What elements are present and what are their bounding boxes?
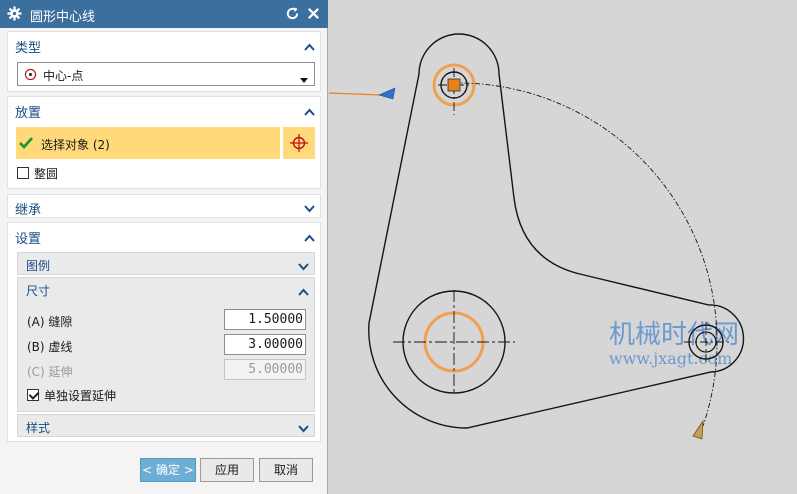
chevron-down-icon[interactable] [298, 422, 309, 436]
watermark-url: www.jxagt.com [609, 349, 732, 368]
type-combo-value: 中心-点 [43, 69, 84, 83]
inherit-section-header[interactable]: 继承 [8, 195, 320, 221]
placement-section: 放置 选择对象 (2) 整圆 [7, 96, 321, 189]
dialog-title: 圆形中心线 [30, 10, 96, 25]
viewport-background [329, 0, 797, 494]
checkmark-icon [19, 136, 34, 153]
placement-section-title: 放置 [15, 106, 42, 121]
type-section-title: 类型 [15, 41, 42, 56]
gear-icon [7, 6, 22, 24]
dimensions-subsection-title[interactable]: 尺寸 [26, 282, 50, 299]
full-circle-checkbox[interactable] [17, 167, 29, 179]
type-section-header[interactable]: 类型 [8, 32, 320, 58]
separate-extension-label: 单独设置延伸 [44, 389, 117, 403]
legend-subsection-title: 图例 [26, 259, 51, 273]
type-section: 类型 中心-点 [7, 31, 321, 92]
watermark-title: 机械时代网 [609, 320, 739, 350]
chevron-down-icon[interactable] [298, 260, 309, 274]
cad-viewport[interactable]: 机械时代网 www.jxagt.com [329, 0, 797, 494]
full-circle-label: 整圆 [34, 167, 59, 181]
select-object-row[interactable]: 选择对象 (2) [16, 127, 280, 159]
watermark: 机械时代网 www.jxagt.com [609, 320, 739, 368]
style-subsection-title: 样式 [26, 421, 51, 435]
apply-button[interactable]: 应用 [200, 458, 254, 482]
chevron-down-icon[interactable] [304, 202, 315, 216]
legend-subsection[interactable]: 图例 [17, 252, 315, 275]
style-subsection[interactable]: 样式 [17, 414, 315, 437]
extension-input: 5.00000 [224, 359, 306, 380]
separate-extension-checkbox[interactable] [27, 389, 39, 401]
close-icon[interactable] [306, 6, 321, 24]
crosshair-select-button[interactable] [283, 127, 315, 159]
select-object-label: 选择对象 (2) [41, 138, 110, 152]
inherit-section-title: 继承 [15, 203, 42, 218]
chevron-up-icon[interactable] [304, 231, 315, 245]
chevron-up-icon[interactable] [304, 105, 315, 119]
type-combo[interactable]: 中心-点 [17, 62, 315, 86]
reset-icon[interactable] [285, 6, 300, 24]
center-point-icon [24, 68, 37, 84]
chevron-up-icon[interactable] [298, 285, 309, 299]
gap-label: (A) 缝隙 [27, 315, 73, 329]
extension-label: (C) 延伸 [27, 365, 73, 379]
settings-section-title: 设置 [15, 232, 42, 247]
settings-section-header[interactable]: 设置 [8, 223, 320, 249]
cancel-button[interactable]: 取消 [259, 458, 313, 482]
gap-input[interactable]: 1.50000 [224, 309, 306, 330]
crosshair-icon [290, 134, 308, 152]
settings-section: 设置 图例 尺寸 (A) 缝隙 1.50000 (B) 虚线 3.00000 (… [7, 222, 321, 442]
chevron-up-icon[interactable] [304, 40, 315, 54]
dash-label: (B) 虚线 [27, 340, 73, 354]
selected-center-point-icon[interactable] [447, 78, 461, 92]
placement-section-header[interactable]: 放置 [8, 97, 320, 123]
dialog-title-bar: 圆形中心线 [0, 0, 328, 28]
inherit-section: 继承 [7, 194, 321, 218]
centerline-dialog: 圆形中心线 类型 中心-点 放置 选择对象 (2) 整圆 继承 设置 图例 尺寸… [0, 0, 328, 494]
dash-input[interactable]: 3.00000 [224, 334, 306, 355]
ok-button[interactable]: < 确定 > [140, 458, 196, 482]
dimensions-subsection: 尺寸 (A) 缝隙 1.50000 (B) 虚线 3.00000 (C) 延伸 … [17, 277, 315, 412]
dropdown-arrow-icon[interactable] [300, 72, 308, 86]
